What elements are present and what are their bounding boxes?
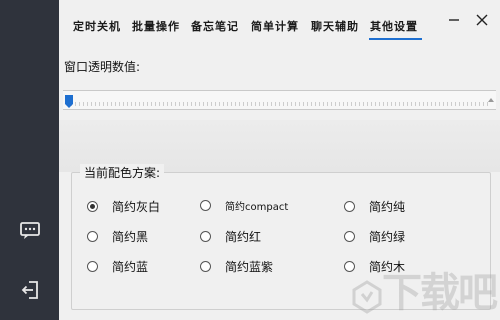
radio-button[interactable]: [200, 231, 211, 242]
radio-button[interactable]: [200, 200, 211, 211]
radio-label: 简约蓝紫: [225, 260, 274, 274]
transparency-label: 窗口透明数值:: [64, 60, 141, 74]
radio-scheme-blue[interactable]: 简约蓝: [87, 258, 148, 275]
radio-label: 简约黑: [112, 230, 149, 244]
sidebar: [0, 0, 59, 320]
app-window: 定时关机 批量操作 备忘笔记 简单计算 聊天辅助 其他设置 窗口透明数值: 当前…: [0, 0, 500, 320]
tab-memo[interactable]: 备忘笔记: [191, 18, 239, 34]
radio-scheme-blue-purple[interactable]: 简约蓝紫: [200, 258, 273, 275]
logout-icon: [20, 280, 40, 300]
radio-button[interactable]: [87, 231, 98, 242]
minimize-icon: [448, 11, 460, 30]
radio-label: 简约绿: [369, 230, 406, 244]
radio-label: 简约纯: [369, 200, 406, 214]
radio-label: 简约红: [225, 230, 262, 244]
radio-button[interactable]: [344, 231, 355, 242]
tab-bar: 定时关机 批量操作 备忘笔记 简单计算 聊天辅助 其他设置: [59, 0, 500, 48]
radio-scheme-black[interactable]: 简约黑: [87, 228, 148, 245]
slider-track[interactable]: [63, 90, 496, 110]
radio-button[interactable]: [344, 201, 355, 212]
radio-button[interactable]: [87, 261, 98, 272]
radio-button[interactable]: [200, 261, 211, 272]
slider-ticks: [71, 102, 488, 106]
slider-thumb[interactable]: [65, 93, 73, 108]
color-scheme-legend: 当前配色方案:: [80, 164, 165, 181]
close-button[interactable]: [472, 10, 492, 30]
tab-chat-helper[interactable]: 聊天辅助: [311, 18, 359, 34]
active-tab-indicator: [369, 38, 422, 40]
close-icon: [476, 11, 488, 30]
radio-scheme-grey-white[interactable]: 简约灰白: [87, 198, 160, 215]
slider-end-marker: [488, 98, 494, 102]
chat-icon: [19, 222, 40, 240]
radio-label: 简约compact: [225, 202, 289, 213]
tab-batch-ops[interactable]: 批量操作: [132, 18, 180, 34]
radio-label: 简约蓝: [112, 260, 149, 274]
tab-calculator[interactable]: 简单计算: [251, 18, 299, 34]
radio-scheme-pure[interactable]: 简约纯: [344, 198, 405, 215]
tab-shutdown-timer[interactable]: 定时关机: [73, 18, 121, 34]
chat-button[interactable]: [0, 211, 59, 251]
radio-scheme-compact[interactable]: 简约compact: [200, 198, 288, 213]
radio-button[interactable]: [344, 261, 355, 272]
logout-button[interactable]: [0, 270, 59, 310]
radio-scheme-red[interactable]: 简约红: [200, 228, 261, 245]
transparency-slider[interactable]: [59, 86, 500, 114]
radio-scheme-green[interactable]: 简约绿: [344, 228, 405, 245]
radio-button[interactable]: [87, 201, 98, 212]
tab-other-settings[interactable]: 其他设置: [370, 18, 418, 34]
minimize-button[interactable]: [444, 10, 464, 30]
radio-scheme-wood[interactable]: 简约木: [344, 258, 405, 275]
radio-label: 简约木: [369, 260, 406, 274]
radio-label: 简约灰白: [112, 200, 161, 214]
